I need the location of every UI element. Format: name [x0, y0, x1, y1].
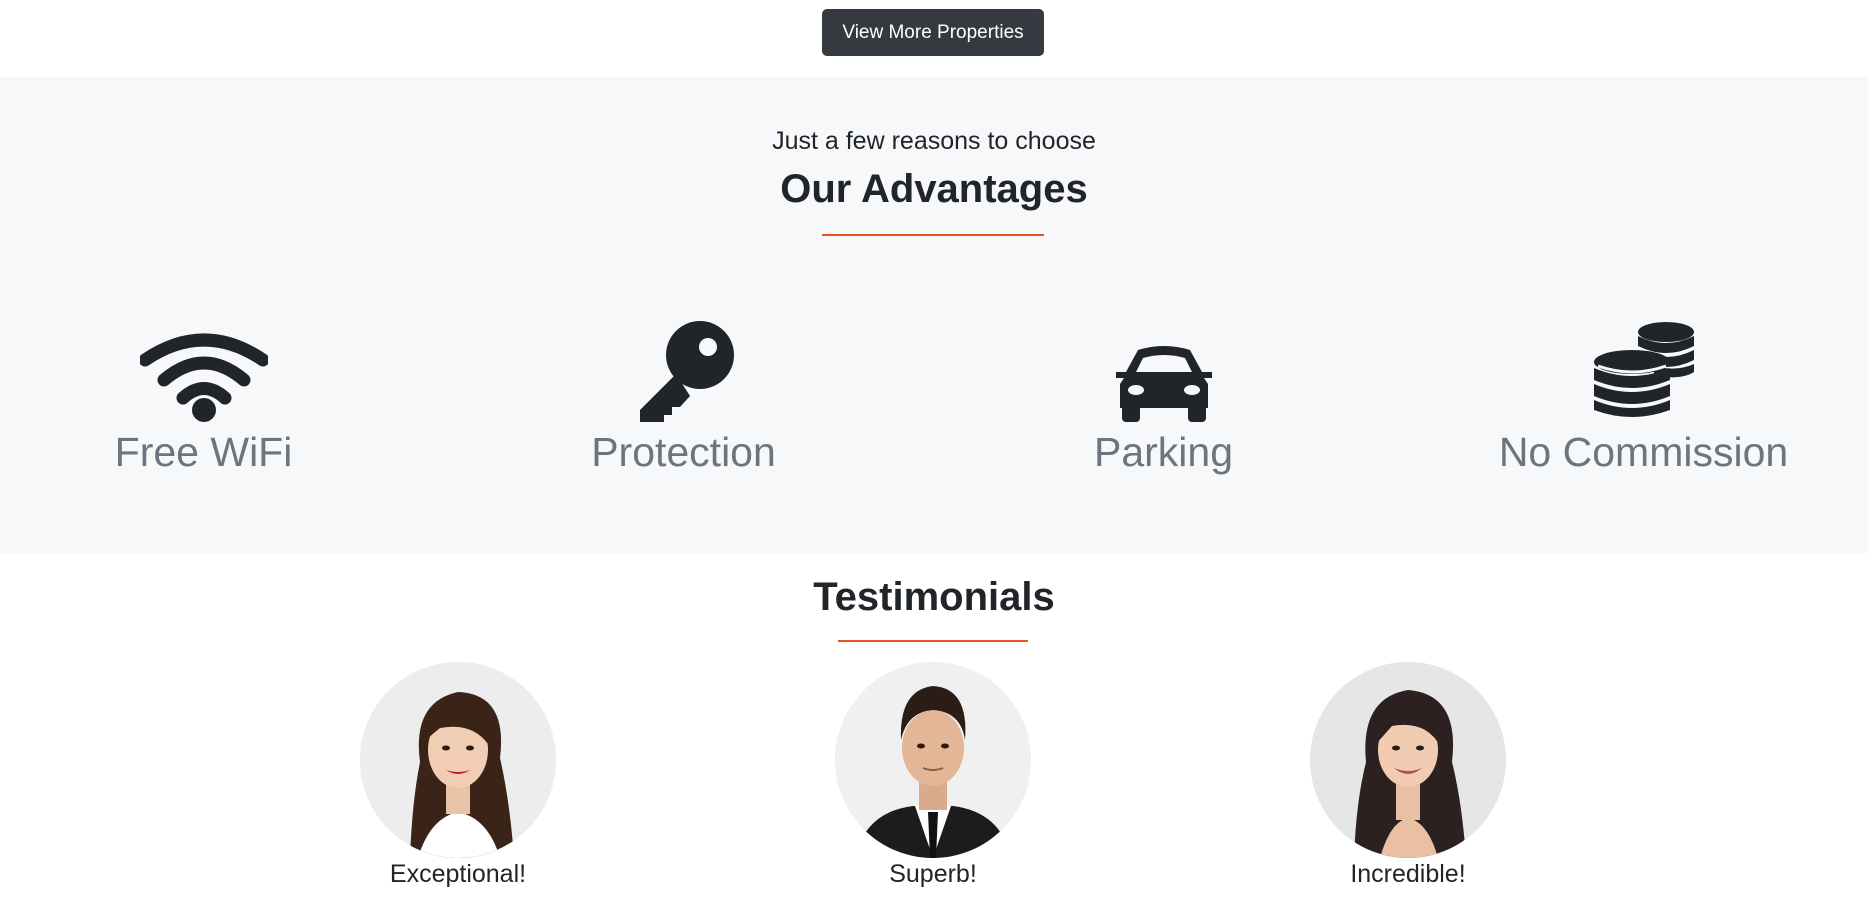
- feature-free-wifi: Free WiFi: [0, 317, 437, 475]
- testimonial-card: Superb!: [833, 662, 1033, 889]
- testimonial-caption: Incredible!: [1350, 860, 1466, 888]
- feature-no-commission: No Commission: [1410, 317, 1868, 475]
- top-strip: View More Properties: [0, 0, 1868, 77]
- advantages-section: Just a few reasons to choose Our Advanta…: [0, 77, 1868, 553]
- feature-parking: Parking: [930, 317, 1397, 475]
- advantages-title: Our Advantages: [780, 167, 1088, 211]
- feature-label: Protection: [591, 429, 776, 475]
- testimonials-title: Testimonials: [813, 575, 1055, 619]
- testimonial-card: Exceptional!: [358, 662, 558, 889]
- testimonials-title-underline: [838, 640, 1028, 642]
- man-avatar: [835, 662, 1031, 858]
- view-more-properties-button[interactable]: View More Properties: [822, 9, 1044, 56]
- wifi-icon: [0, 317, 437, 422]
- feature-label: Parking: [1093, 429, 1233, 475]
- woman-avatar: [360, 662, 556, 858]
- advantages-subtitle: Just a few reasons to choose: [772, 127, 1096, 155]
- coins-icon: [1410, 317, 1868, 422]
- advantages-title-underline: [822, 234, 1044, 236]
- key-icon: [450, 317, 917, 422]
- feature-protection: Protection: [450, 317, 917, 475]
- testimonial-caption: Superb!: [889, 860, 977, 888]
- testimonial-caption: Exceptional!: [389, 860, 527, 888]
- feature-label: Free WiFi: [114, 429, 293, 475]
- woman-avatar: [1310, 662, 1506, 858]
- car-icon: [930, 317, 1397, 422]
- feature-label: No Commission: [1498, 429, 1789, 475]
- testimonial-card: Incredible!: [1308, 662, 1508, 889]
